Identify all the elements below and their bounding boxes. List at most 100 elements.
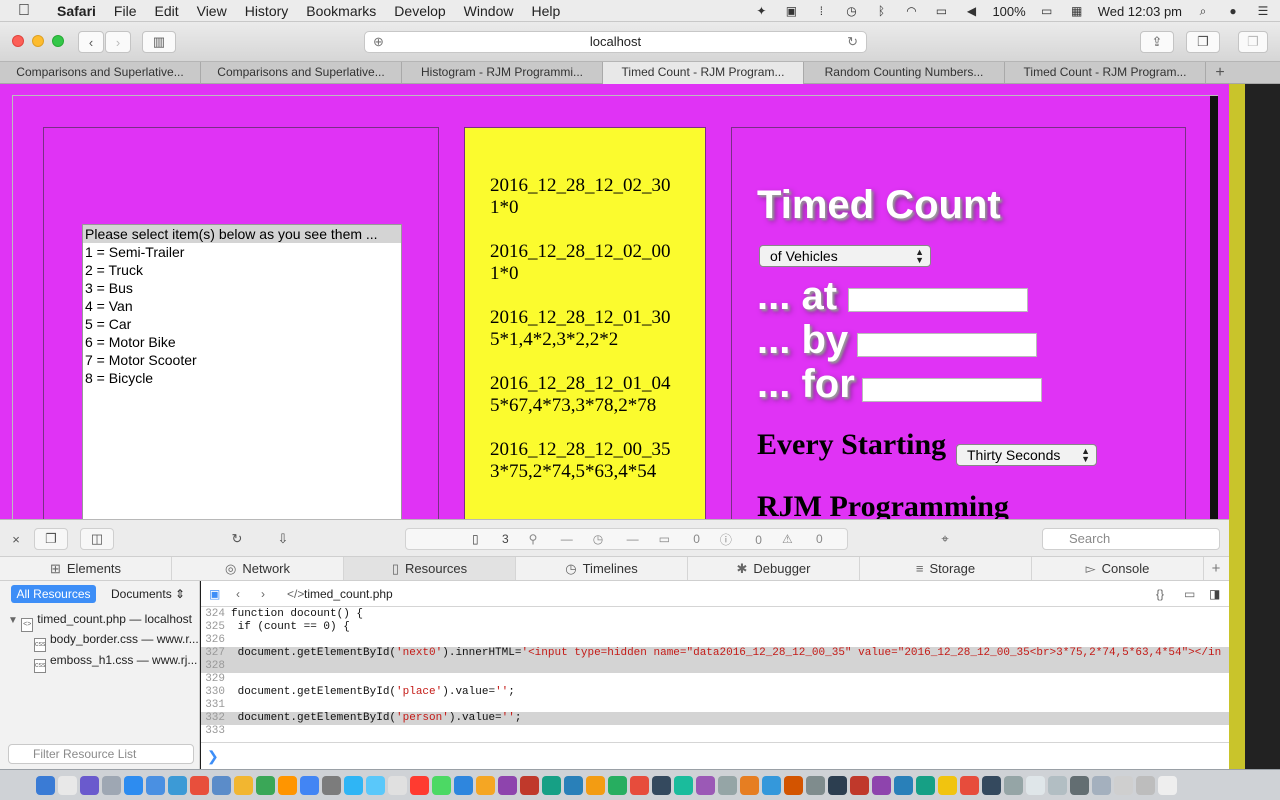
dock-app-icon[interactable] bbox=[476, 775, 495, 795]
dock-app-icon[interactable] bbox=[674, 775, 693, 795]
details-sidebar-icon[interactable]: ◨ bbox=[1209, 581, 1220, 607]
listbox-option[interactable]: 5 = Car bbox=[83, 315, 401, 333]
minimize-window-button[interactable] bbox=[32, 35, 44, 47]
all-resources-button[interactable]: All Resources bbox=[11, 585, 96, 603]
code-line[interactable]: 325 if (count == 0) { bbox=[201, 621, 1229, 634]
time-machine-icon[interactable]: ◷ bbox=[842, 4, 860, 18]
flag-icon[interactable]: ▦ bbox=[1068, 4, 1086, 18]
dock-app-icon[interactable] bbox=[124, 775, 143, 795]
listbox-header[interactable]: Please select item(s) below as you see t… bbox=[83, 225, 401, 243]
add-tab-button[interactable]: + bbox=[1204, 557, 1228, 580]
app-status-icon[interactable]: ✦ bbox=[752, 4, 770, 18]
chevron-left-icon[interactable]: ‹ bbox=[236, 581, 240, 607]
dock-app-icon[interactable] bbox=[278, 775, 297, 795]
dock-app-icon[interactable] bbox=[1070, 775, 1089, 795]
dock-app-icon[interactable] bbox=[784, 775, 803, 795]
dock-app-icon[interactable] bbox=[652, 775, 671, 795]
bluetooth-icon[interactable]: ᛒ bbox=[872, 4, 890, 18]
menu-bookmarks[interactable]: Bookmarks bbox=[297, 0, 385, 22]
sidebar-toggle-icon[interactable]: ▣ bbox=[209, 581, 220, 607]
address-bar[interactable]: ⊕ localhost ↻ bbox=[364, 31, 867, 53]
tab-network[interactable]: ◎ Network bbox=[172, 557, 344, 580]
listbox-option[interactable]: 1 = Semi-Trailer bbox=[83, 243, 401, 261]
dock-app-icon[interactable] bbox=[982, 775, 1001, 795]
listbox-option[interactable]: 2 = Truck bbox=[83, 261, 401, 279]
purpose-input[interactable] bbox=[862, 378, 1042, 402]
dock-app-icon[interactable] bbox=[630, 775, 649, 795]
resource-item[interactable]: css body_border.css — www.r... bbox=[34, 632, 199, 652]
app-status-icon[interactable]: ▣ bbox=[782, 4, 800, 18]
dock-app-icon[interactable] bbox=[718, 775, 737, 795]
tab-console[interactable]: ▻ Console bbox=[1032, 557, 1204, 580]
apple-menu-icon[interactable]:  bbox=[0, 2, 48, 20]
line-number[interactable]: 326 bbox=[201, 634, 231, 647]
resource-root[interactable]: ▼ <> timed_count.php — localhost bbox=[8, 612, 192, 632]
dock-side-button[interactable]: ◫ bbox=[80, 528, 114, 550]
code-line[interactable]: 326 bbox=[201, 634, 1229, 647]
documents-select[interactable]: Documents ⇕ bbox=[111, 585, 185, 603]
volume-icon[interactable]: ◀ bbox=[962, 4, 980, 18]
dock-app-icon[interactable] bbox=[1114, 775, 1133, 795]
dock-app-icon[interactable] bbox=[740, 775, 759, 795]
show-tabs-button[interactable]: ❐ bbox=[1186, 31, 1220, 53]
menu-window[interactable]: Window bbox=[455, 0, 523, 22]
dock-app-icon[interactable] bbox=[1026, 775, 1045, 795]
listbox-option[interactable]: 7 = Motor Scooter bbox=[83, 351, 401, 369]
tab-debugger[interactable]: ✱ Debugger bbox=[688, 557, 860, 580]
crosshair-icon[interactable]: ⌖ bbox=[934, 528, 956, 550]
line-number[interactable]: 332 bbox=[201, 712, 231, 725]
sidebar-toggle-button[interactable]: ▥ bbox=[142, 31, 176, 53]
line-number[interactable]: 327 bbox=[201, 647, 231, 660]
download-icon[interactable]: ⇩ bbox=[272, 528, 294, 550]
menu-history[interactable]: History bbox=[236, 0, 298, 22]
dock-app-icon[interactable] bbox=[806, 775, 825, 795]
dock-app-icon[interactable] bbox=[432, 775, 451, 795]
dock-app-icon[interactable] bbox=[850, 775, 869, 795]
tab[interactable]: Histogram - RJM Programmi... bbox=[402, 62, 603, 84]
dock-app-icon[interactable] bbox=[1136, 775, 1155, 795]
reload-page-icon[interactable]: ↻ bbox=[226, 528, 248, 550]
dock-app-icon[interactable] bbox=[344, 775, 363, 795]
dock-app-icon[interactable] bbox=[102, 775, 121, 795]
dock-app-icon[interactable] bbox=[146, 775, 165, 795]
listbox-option[interactable]: 8 = Bicycle bbox=[83, 369, 401, 387]
dock-app-icon[interactable] bbox=[300, 775, 319, 795]
tab-storage[interactable]: ≡ Storage bbox=[860, 557, 1032, 580]
airplay-icon[interactable]: ▭ bbox=[932, 4, 950, 18]
listbox-option[interactable]: 6 = Motor Bike bbox=[83, 333, 401, 351]
close-inspector-icon[interactable]: × bbox=[8, 528, 24, 550]
dock-app-icon[interactable] bbox=[1004, 775, 1023, 795]
disclosure-triangle-icon[interactable]: ▼ bbox=[8, 615, 18, 626]
dock-app-icon[interactable] bbox=[454, 775, 473, 795]
dock-app-icon[interactable] bbox=[498, 775, 517, 795]
line-number[interactable]: 325 bbox=[201, 621, 231, 634]
battery-icon[interactable]: ▭ bbox=[1038, 4, 1056, 18]
dock-app-icon[interactable] bbox=[58, 775, 77, 795]
dock-app-icon[interactable] bbox=[542, 775, 561, 795]
dock-app-icon[interactable] bbox=[234, 775, 253, 795]
spotlight-icon[interactable]: ⌕ bbox=[1194, 4, 1212, 18]
vehicle-listbox[interactable]: Please select item(s) below as you see t… bbox=[82, 224, 402, 519]
tab[interactable]: Comparisons and Superlative... bbox=[201, 62, 402, 84]
tab-elements[interactable]: ⊞ Elements bbox=[0, 557, 172, 580]
dock-app-icon[interactable] bbox=[762, 775, 781, 795]
dock-app-icon[interactable] bbox=[366, 775, 385, 795]
code-line[interactable]: 327 document.getElementById('next0').inn… bbox=[201, 647, 1229, 660]
clock[interactable]: Wed 12:03 pm bbox=[1098, 4, 1182, 19]
place-input[interactable] bbox=[848, 288, 1028, 312]
resource-item[interactable]: css emboss_h1.css — www.rj... bbox=[34, 653, 197, 673]
line-number[interactable]: 329 bbox=[201, 673, 231, 686]
inspector-search-input[interactable]: Search bbox=[1042, 528, 1220, 550]
user-icon[interactable]: ● bbox=[1224, 4, 1242, 18]
dock-app-icon[interactable] bbox=[1158, 775, 1177, 795]
dock-app-icon[interactable] bbox=[322, 775, 341, 795]
console-prompt[interactable]: ❯ bbox=[201, 742, 1229, 769]
menu-help[interactable]: Help bbox=[522, 0, 569, 22]
line-number[interactable]: 330 bbox=[201, 686, 231, 699]
file-name[interactable]: timed_count.php bbox=[304, 581, 393, 607]
dock-app-icon[interactable] bbox=[894, 775, 913, 795]
dock-app-icon[interactable] bbox=[256, 775, 275, 795]
line-number[interactable]: 328 bbox=[201, 660, 231, 673]
tab-active[interactable]: Timed Count - RJM Program... bbox=[603, 62, 804, 84]
dock-app-icon[interactable] bbox=[608, 775, 627, 795]
